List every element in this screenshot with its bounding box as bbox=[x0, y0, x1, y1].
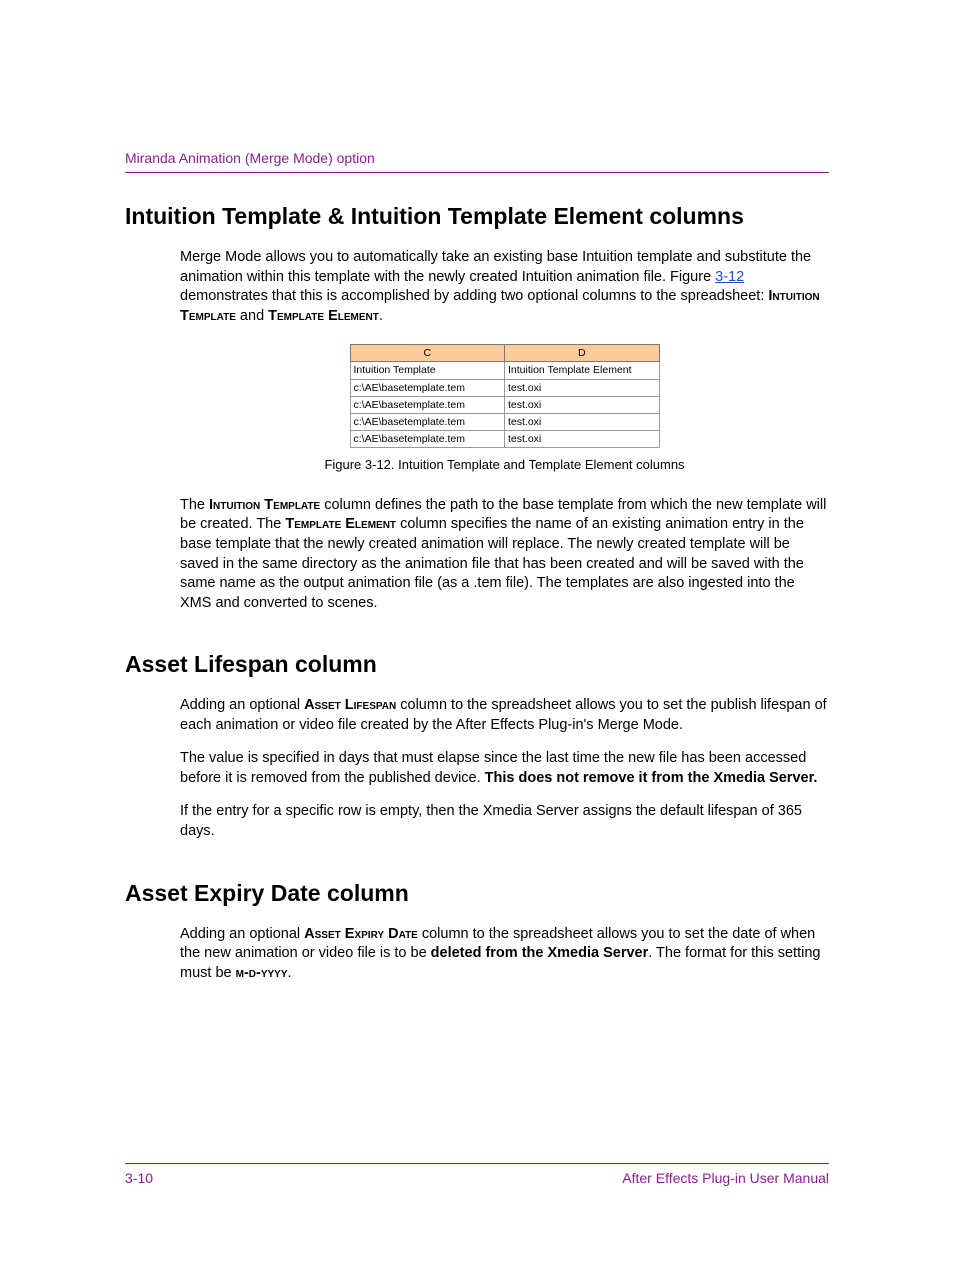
manual-title: After Effects Plug-in User Manual bbox=[622, 1170, 829, 1186]
text: The bbox=[180, 497, 209, 513]
col-header-c: C bbox=[350, 345, 505, 362]
paragraph: If the entry for a specific row is empty… bbox=[180, 802, 829, 841]
section-body: Merge Mode allows you to automatically t… bbox=[180, 248, 829, 613]
section-body: Adding an optional Asset Lifespan column… bbox=[180, 696, 829, 841]
cell: c:\AE\basetemplate.tem bbox=[350, 431, 505, 448]
paragraph: Merge Mode allows you to automatically t… bbox=[180, 248, 829, 326]
text: Adding an optional bbox=[180, 697, 304, 713]
term-intuition-template: Intuition Template bbox=[209, 497, 320, 513]
text: Adding an optional bbox=[180, 926, 304, 942]
cell: c:\AE\basetemplate.tem bbox=[350, 396, 505, 413]
term-asset-lifespan: Asset Lifespan bbox=[304, 697, 396, 713]
figure-link[interactable]: 3-12 bbox=[715, 269, 744, 285]
table-header-cell: Intuition Template Element bbox=[505, 362, 660, 379]
figure-caption: Figure 3-12. Intuition Template and Temp… bbox=[180, 456, 829, 474]
chapter-title: Miranda Animation (Merge Mode) option bbox=[125, 150, 375, 166]
section-heading-lifespan: Asset Lifespan column bbox=[125, 651, 829, 678]
text: . bbox=[288, 965, 292, 981]
text: and bbox=[236, 308, 268, 324]
cell: test.oxi bbox=[505, 396, 660, 413]
table-row: c:\AE\basetemplate.temtest.oxi bbox=[350, 396, 659, 413]
paragraph: Adding an optional Asset Lifespan column… bbox=[180, 696, 829, 735]
term-asset-expiry: Asset Expiry Date bbox=[304, 926, 418, 942]
table-row: c:\AE\basetemplate.temtest.oxi bbox=[350, 413, 659, 430]
page-number: 3-10 bbox=[125, 1170, 153, 1186]
cell: c:\AE\basetemplate.tem bbox=[350, 379, 505, 396]
term-template-element: Template Element bbox=[285, 516, 396, 532]
col-header-d: D bbox=[505, 345, 660, 362]
table-header-cell: Intuition Template bbox=[350, 362, 505, 379]
cell: test.oxi bbox=[505, 379, 660, 396]
page-footer: 3-10 After Effects Plug-in User Manual bbox=[125, 1163, 829, 1186]
term-template-element: Template Element bbox=[268, 308, 379, 324]
cell: c:\AE\basetemplate.tem bbox=[350, 413, 505, 430]
document-page: Miranda Animation (Merge Mode) option In… bbox=[0, 0, 954, 1266]
table-row: c:\AE\basetemplate.temtest.oxi bbox=[350, 379, 659, 396]
section-heading-intuition: Intuition Template & Intuition Template … bbox=[125, 203, 829, 230]
page-header: Miranda Animation (Merge Mode) option bbox=[125, 150, 829, 173]
cell: test.oxi bbox=[505, 431, 660, 448]
paragraph: The value is specified in days that must… bbox=[180, 749, 829, 788]
paragraph: Adding an optional Asset Expiry Date col… bbox=[180, 925, 829, 984]
text: demonstrates that this is accomplished b… bbox=[180, 288, 768, 304]
paragraph: The Intuition Template column defines th… bbox=[180, 496, 829, 613]
section-body: Adding an optional Asset Expiry Date col… bbox=[180, 925, 829, 984]
text: . bbox=[379, 308, 383, 324]
figure-table: C D Intuition Template Intuition Templat… bbox=[350, 344, 660, 448]
table-row: c:\AE\basetemplate.temtest.oxi bbox=[350, 431, 659, 448]
cell: test.oxi bbox=[505, 413, 660, 430]
term-date-format: m-d-yyyy bbox=[236, 965, 288, 981]
section-heading-expiry: Asset Expiry Date column bbox=[125, 880, 829, 907]
bold-text: This does not remove it from the Xmedia … bbox=[485, 770, 818, 786]
bold-text: deleted from the Xmedia Server bbox=[431, 945, 649, 961]
